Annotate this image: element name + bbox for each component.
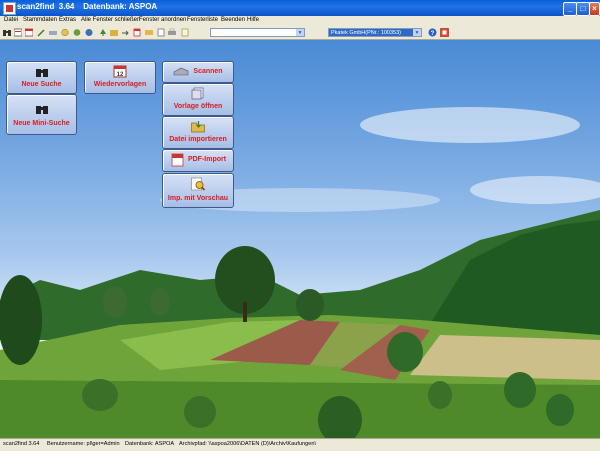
search-form-icon[interactable] (14, 28, 22, 37)
edit-icon[interactable] (37, 28, 45, 37)
menu-stammdaten[interactable]: Stammdaten (23, 17, 57, 23)
minimize-button[interactable]: _ (563, 2, 577, 16)
menu-datei[interactable]: Datei (4, 17, 18, 23)
pdf-import-label: PDF-Import (187, 156, 227, 163)
help-icon[interactable]: ? (428, 28, 437, 37)
toolbar: ▼ Pkatek GmbH(PNr.: 100353) ▼ ? (0, 27, 600, 40)
company-select[interactable]: Pkatek GmbH(PNr.: 100353) ▼ (328, 28, 422, 37)
scannen-label: Scannen (193, 68, 223, 75)
chevron-down-icon[interactable]: ▼ (296, 29, 304, 36)
status-bar: scan2find 3.64 Benutzername: pl\ger=Admi… (0, 438, 600, 451)
maximize-button[interactable]: □ (576, 2, 590, 16)
neue-mini-suche-button[interactable]: Neue Mini-Suche (6, 94, 77, 135)
neue-suche-label: Neue Suche (21, 81, 62, 88)
menu-fensterliste[interactable]: Fensterliste (187, 17, 218, 23)
status-archive-path: Archivpfad: \\aspoa2006\DATEN (D)\Archiv… (179, 441, 317, 447)
svg-text:12: 12 (117, 72, 124, 78)
mail-icon[interactable] (145, 28, 153, 37)
app-icon (3, 2, 16, 15)
status-app: scan2find 3.64 (3, 441, 40, 447)
calendar-icon: 12 (113, 65, 127, 78)
refresh-icon[interactable] (61, 28, 69, 37)
desktop-background: Neue Suche 12 Wiedervorlagen Neue Mini-S… (0, 40, 600, 438)
tree-icon[interactable] (99, 28, 107, 37)
menu-hilfe[interactable]: Hilfe (247, 17, 259, 23)
folder-icon (191, 121, 205, 133)
note-icon[interactable] (181, 28, 189, 37)
imp-mit-vorschau-button[interactable]: Imp. mit Vorschau (162, 173, 234, 208)
imp-mit-vorschau-label: Imp. mit Vorschau (167, 195, 229, 202)
neue-suche-button[interactable]: Neue Suche (6, 61, 77, 94)
globe-icon[interactable] (85, 28, 93, 37)
datei-importieren-button[interactable]: Datei importieren (162, 116, 234, 149)
vorlage-oeffnen-button[interactable]: Vorlage öffnen (162, 83, 234, 116)
window-title: scan2find 3.64 Datenbank: ASPOA (17, 2, 158, 11)
menu-bar: Datei Stammdaten Extras Alle Fenster sch… (0, 16, 600, 27)
status-user: Benutzername: pl\ger=Admin (47, 441, 120, 447)
pdf-import-button[interactable]: PDF-Import (162, 149, 234, 172)
company-select-value: Pkatek GmbH(PNr.: 100353) (331, 30, 402, 36)
close-button[interactable]: × (589, 2, 600, 16)
scannen-button[interactable]: Scannen (162, 61, 234, 83)
wiedervorlagen-label: Wiedervorlagen (93, 81, 147, 88)
landscape-image (0, 107, 600, 438)
title-bar: scan2find 3.64 Datenbank: ASPOA _ □ × (0, 0, 600, 16)
document-stack-icon (191, 87, 204, 100)
menu-beenden[interactable]: Beenden (221, 17, 245, 23)
scan-icon[interactable] (49, 28, 57, 37)
chevron-down-icon[interactable]: ▼ (413, 29, 421, 36)
magnifier-icon (191, 177, 206, 191)
search-combo[interactable]: ▼ (210, 28, 305, 37)
document-icon[interactable] (157, 28, 165, 37)
pdf-icon[interactable] (133, 28, 141, 37)
svg-text:?: ? (431, 31, 435, 37)
menu-extras[interactable]: Extras (59, 17, 76, 23)
exit-icon[interactable] (440, 28, 449, 37)
binoculars-icon[interactable] (3, 28, 11, 37)
calendar-icon[interactable] (25, 28, 33, 37)
binoculars-icon (35, 69, 48, 77)
settings-icon[interactable] (73, 28, 81, 37)
datei-importieren-label: Datei importieren (169, 136, 227, 143)
print-icon[interactable] (168, 28, 176, 37)
binoculars-icon (35, 106, 48, 114)
menu-alle-fenster-schliessen[interactable]: Alle Fenster schließen (81, 17, 140, 23)
menu-fenster-anordnen[interactable]: Fenster anordnen (139, 17, 186, 23)
arrow-icon[interactable] (122, 28, 130, 37)
status-database: Datenbank: ASPOA (125, 441, 175, 447)
neue-mini-suche-label: Neue Mini-Suche (13, 120, 70, 127)
vorlage-oeffnen-label: Vorlage öffnen (173, 103, 223, 110)
wiedervorlagen-button[interactable]: 12 Wiedervorlagen (84, 61, 156, 94)
folder-icon[interactable] (110, 28, 118, 37)
